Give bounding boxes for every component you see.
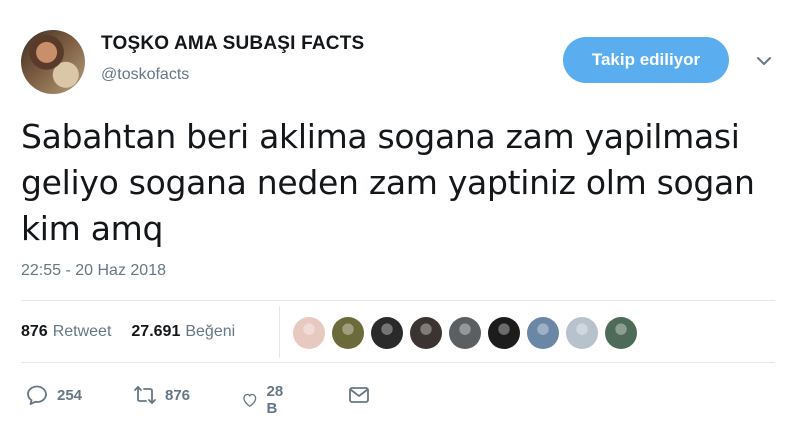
liker-avatar-5[interactable]: [449, 317, 481, 349]
envelope-icon: [349, 387, 369, 403]
retweet-count: 876: [165, 386, 191, 404]
liker-avatar-6[interactable]: [488, 317, 520, 349]
likes-count: 27.691: [131, 323, 181, 340]
direct-message-button[interactable]: [347, 383, 379, 407]
liker-avatar-3[interactable]: [371, 317, 403, 349]
like-count: 28 B: [266, 383, 284, 417]
liker-avatar-1[interactable]: [293, 317, 325, 349]
heart-icon: [243, 393, 257, 407]
following-button[interactable]: Takip ediliyor: [563, 37, 729, 83]
divider-top: [21, 300, 775, 301]
retweets-stat[interactable]: 876 Retweet: [21, 323, 111, 341]
liker-avatar-9[interactable]: [605, 317, 637, 349]
liker-avatar-8[interactable]: [566, 317, 598, 349]
reply-count: 254: [57, 386, 83, 404]
display-name[interactable]: TOŞKO AMA SUBAŞI FACTS: [101, 33, 364, 55]
retweet-icon: [134, 386, 156, 404]
tweet-text: Sabahtan beri aklima sogana zam yapilmas…: [21, 117, 755, 248]
likes-label: Beğeni: [185, 323, 236, 340]
tweet-stats: 876 Retweet 27.691 Beğeni: [21, 318, 235, 346]
liker-avatar-4[interactable]: [410, 317, 442, 349]
stats-separator: [279, 306, 280, 358]
reply-button[interactable]: 254: [25, 383, 82, 407]
likes-stat[interactable]: 27.691 Beğeni: [131, 323, 235, 341]
retweet-button[interactable]: 876: [133, 383, 190, 407]
liker-avatars: [293, 317, 644, 349]
retweets-label: Retweet: [52, 323, 112, 340]
reply-icon: [27, 385, 47, 405]
user-handle[interactable]: @toskofacts: [101, 66, 189, 84]
divider-bottom: [21, 362, 775, 363]
chevron-down-icon[interactable]: [754, 51, 774, 71]
liker-avatar-2[interactable]: [332, 317, 364, 349]
retweets-count: 876: [21, 323, 48, 340]
like-button[interactable]: 28 B: [241, 383, 290, 417]
timestamp[interactable]: 22:55 - 20 Haz 2018: [21, 262, 166, 280]
avatar[interactable]: [21, 30, 85, 94]
liker-avatar-7[interactable]: [527, 317, 559, 349]
